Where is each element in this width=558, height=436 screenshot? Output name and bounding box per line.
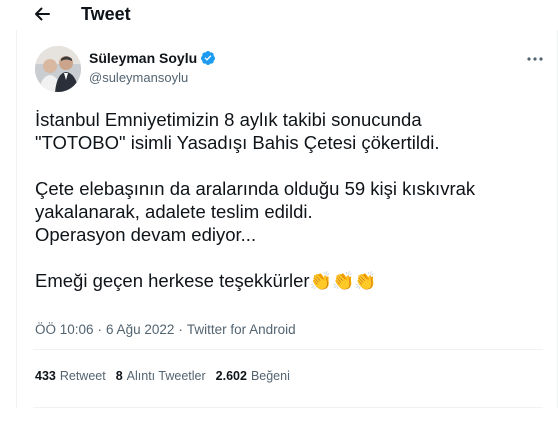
quote-tweets-count: 8	[115, 369, 123, 383]
tweet-line: İstanbul Emniyetimizin 8 aylık takibi so…	[35, 109, 422, 130]
avatar[interactable]	[35, 46, 81, 92]
tweet-card: Süleyman Soylu @suleymansoylu İstanbul E…	[16, 30, 558, 408]
tweet-line-text: Emeği geçen herkese teşekkürler	[35, 270, 310, 291]
likes-count: 2.602	[215, 369, 247, 383]
tweet-line: yakalanarak, adalete teslim edildi.	[35, 201, 313, 222]
tweet-date[interactable]: 6 Ağu 2022	[106, 322, 174, 337]
author-handle[interactable]: @suleymansoylu	[89, 70, 188, 85]
quote-tweets-label: Alıntı Tweetler	[126, 369, 206, 383]
more-options-button[interactable]	[525, 52, 545, 66]
likes-label: Beğeni	[250, 369, 290, 383]
avatar-photo-icon	[35, 46, 81, 92]
meta-separator: ·	[178, 322, 183, 337]
tweet-text: İstanbul Emniyetimizin 8 aylık takibi so…	[35, 108, 550, 292]
author-name-text: Süleyman Soylu	[89, 50, 198, 66]
tweet-line: "TOTOBO" isimli Yasadışı Bahis Çetesi çö…	[35, 132, 440, 153]
page-title: Tweet	[81, 4, 131, 24]
retweets-label: Retweet	[59, 369, 106, 383]
retweets-stat[interactable]: 433 Retweet	[35, 369, 106, 383]
tweet-stats: 433 Retweet 8 Alıntı Tweetler 2.602 Beğe…	[35, 369, 290, 383]
tweet-line-last: Emeği geçen herkese teşekkürler👏👏👏	[35, 269, 550, 292]
tweet-source-link[interactable]: Twitter for Android	[187, 322, 296, 337]
tweet-header: Tweet	[0, 0, 558, 30]
verified-badge-icon	[201, 51, 216, 65]
clapping-hands-icon: 👏👏👏	[309, 271, 377, 291]
back-arrow-icon	[35, 7, 50, 21]
tweet-time[interactable]: ÖÖ 10:06	[35, 322, 94, 337]
tweet-line: Operasyon devam ediyor...	[35, 224, 257, 245]
more-dots-icon	[527, 57, 543, 61]
back-button[interactable]	[27, 0, 57, 28]
divider	[33, 349, 543, 350]
meta-separator: ·	[97, 322, 103, 337]
likes-stat[interactable]: 2.602 Beğeni	[216, 369, 290, 383]
divider	[33, 407, 543, 408]
quote-tweets-stat[interactable]: 8 Alıntı Tweetler	[116, 369, 206, 383]
retweets-count: 433	[35, 369, 56, 383]
author-name[interactable]: Süleyman Soylu	[89, 50, 216, 66]
tweet-meta: ÖÖ 10:06 · 6 Ağu 2022 · Twitter for Andr…	[35, 322, 296, 337]
tweet-line: Çete elebaşının da aralarında olduğu 59 …	[35, 178, 476, 199]
